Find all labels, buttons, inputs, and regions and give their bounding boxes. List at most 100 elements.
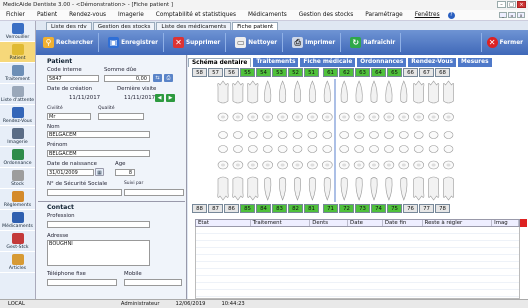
tab-mesures[interactable]: Mesures xyxy=(458,58,492,67)
left-nav-item[interactable]: Rendez-Vous xyxy=(0,105,35,126)
search-button[interactable]: ⚲ Rechercher xyxy=(38,33,100,52)
left-nav-item[interactable]: Stock xyxy=(0,168,35,189)
left-nav-item[interactable]: Liste d'attente xyxy=(0,84,35,105)
left-nav-item[interactable]: Articles xyxy=(0,252,35,273)
firstname-field[interactable]: BELGACEM xyxy=(47,150,150,157)
tab-ordonnances[interactable]: Ordonnances xyxy=(357,58,407,67)
balance-field[interactable]: 0,00 xyxy=(104,75,150,82)
save-button[interactable]: ▣ Enregistrer xyxy=(103,33,164,52)
calendar-icon[interactable]: ▦ xyxy=(95,168,104,176)
mdi-restore-button[interactable]: ▫ xyxy=(508,12,516,18)
print-button[interactable]: ⎙ Imprimer xyxy=(287,33,342,52)
tab-liste-rdv[interactable]: Liste des rdv xyxy=(46,22,92,30)
printer-icon: ⎙ xyxy=(292,37,304,48)
tab-traitements[interactable]: Traitements xyxy=(253,58,299,67)
address-label: Adresse xyxy=(47,233,69,239)
left-nav-item[interactable]: Verrouiller xyxy=(0,21,35,42)
grid-column-header[interactable]: Reste à régler xyxy=(423,220,493,226)
tooth-number[interactable]: 61 xyxy=(323,68,338,77)
tab-fiche-patient[interactable]: Fiche patient xyxy=(232,22,279,30)
delete-button[interactable]: ✕ Supprimer xyxy=(168,33,227,52)
address-field[interactable]: BOUGHNI xyxy=(47,240,150,266)
tooth-number[interactable]: 53 xyxy=(272,68,287,77)
tooth-number[interactable]: 54 xyxy=(256,68,271,77)
mdi-minimize-button[interactable]: _ xyxy=(499,12,507,18)
ssn-field[interactable] xyxy=(47,189,122,196)
tooth-number[interactable]: 56 xyxy=(224,68,239,77)
window-title: MedicAide Dentiste 3.00 - <Démonstration… xyxy=(3,2,174,8)
left-nav-item[interactable]: Ordonnance xyxy=(0,147,35,168)
profession-field[interactable] xyxy=(47,221,150,228)
menu-fenetres[interactable]: Fenêtres xyxy=(409,12,446,18)
menu-comptabilite[interactable]: Comptabilité et statistiques xyxy=(150,12,242,18)
tooth-number[interactable]: 65 xyxy=(387,68,402,77)
dental-chart[interactable] xyxy=(215,79,455,202)
grid-delete-button[interactable] xyxy=(520,219,527,227)
maximize-button[interactable]: □ xyxy=(507,1,516,8)
close-window-button[interactable]: × xyxy=(517,1,526,8)
menu-medicaments[interactable]: Médicaments xyxy=(242,12,293,18)
menu-parametrage[interactable]: Paramétrage xyxy=(359,12,408,18)
upper-tooth-crown xyxy=(413,131,424,139)
tooth-number[interactable]: 51 xyxy=(304,68,319,77)
grid-column-header[interactable]: Date xyxy=(348,220,383,226)
grid-column-header[interactable]: Imag xyxy=(492,220,519,226)
followed-select[interactable] xyxy=(124,189,184,196)
lower-tooth-side xyxy=(355,177,363,201)
menu-bar: Fichier Patient Rendez-vous Imagerie Com… xyxy=(0,10,528,21)
help-icon[interactable]: ? xyxy=(447,11,455,19)
nav-label: Ordonnance xyxy=(3,161,32,166)
nav-label: Stock xyxy=(11,182,24,187)
birthdate-field[interactable]: 31/01/2009 xyxy=(47,169,94,176)
mobile-field[interactable] xyxy=(124,279,182,286)
tab-gestion-stocks[interactable]: Gestion des stocks xyxy=(92,22,156,30)
tooth-number[interactable]: 64 xyxy=(371,68,386,77)
tooth-number[interactable]: 57 xyxy=(208,68,223,77)
menu-patient[interactable]: Patient xyxy=(31,12,63,18)
phone-field[interactable] xyxy=(47,279,117,286)
tooth-number[interactable]: 52 xyxy=(288,68,303,77)
tooth-number[interactable]: 62 xyxy=(339,68,354,77)
minimize-button[interactable]: – xyxy=(497,1,506,8)
tab-fiche-medicale[interactable]: Fiche médicale xyxy=(300,58,356,67)
next-visit-button[interactable]: ▶ xyxy=(166,94,175,102)
grid-column-header[interactable]: Etat xyxy=(196,220,251,226)
tab-liste-medicaments[interactable]: Liste des médicaments xyxy=(156,22,232,30)
tab-rendez-vous[interactable]: Rendez-Vous xyxy=(408,58,456,67)
lastname-field[interactable]: BELGACEM xyxy=(47,131,150,138)
tooth-number[interactable]: 58 xyxy=(192,68,207,77)
balance-print-button[interactable]: ⎙ xyxy=(164,74,173,82)
previous-visit-button[interactable]: ◀ xyxy=(155,94,164,102)
lower-tooth-side xyxy=(442,176,455,201)
left-nav-item[interactable]: Imagerie xyxy=(0,126,35,147)
menu-fichier[interactable]: Fichier xyxy=(0,12,31,18)
left-nav-item[interactable]: Gest-Stck xyxy=(0,231,35,252)
age-field[interactable]: 8 xyxy=(115,169,135,176)
menu-rendez-vous[interactable]: Rendez-vous xyxy=(63,12,112,18)
tab-schema-dentaire[interactable]: Schéma dentaire xyxy=(188,58,252,67)
left-nav-item[interactable]: Traitement xyxy=(0,63,35,84)
balance-detail-button[interactable]: ⇆ xyxy=(153,74,162,82)
clear-button[interactable]: ▭ Nettoyer xyxy=(230,33,284,52)
civility-select[interactable]: Mr xyxy=(47,113,91,120)
refresh-button[interactable]: ↻ Rafraîchir xyxy=(345,33,402,52)
close-form-button[interactable]: ✕ Fermer xyxy=(480,33,528,52)
menu-gestion-stocks[interactable]: Gestion des stocks xyxy=(293,12,360,18)
upper-tooth-crown xyxy=(443,131,454,139)
left-nav-item[interactable]: Patient xyxy=(0,42,35,63)
tooth-number[interactable]: 66 xyxy=(403,68,418,77)
left-nav-item[interactable]: Règlements xyxy=(0,189,35,210)
tooth-number[interactable]: 55 xyxy=(240,68,255,77)
quality-select[interactable] xyxy=(98,113,144,120)
grid-column-header[interactable]: Traitement xyxy=(251,220,311,226)
tooth-number[interactable]: 68 xyxy=(435,68,450,77)
grid-rows[interactable] xyxy=(195,227,520,299)
menu-imagerie[interactable]: Imagerie xyxy=(112,12,150,18)
grid-column-header[interactable]: Dents xyxy=(310,220,349,226)
tooth-number[interactable]: 67 xyxy=(419,68,434,77)
mdi-close-button[interactable]: x xyxy=(517,12,525,18)
grid-column-header[interactable]: Date fin xyxy=(383,220,423,226)
code-field[interactable]: 5847 xyxy=(47,75,99,82)
tooth-number[interactable]: 63 xyxy=(355,68,370,77)
left-nav-item[interactable]: Médicaments xyxy=(0,210,35,231)
